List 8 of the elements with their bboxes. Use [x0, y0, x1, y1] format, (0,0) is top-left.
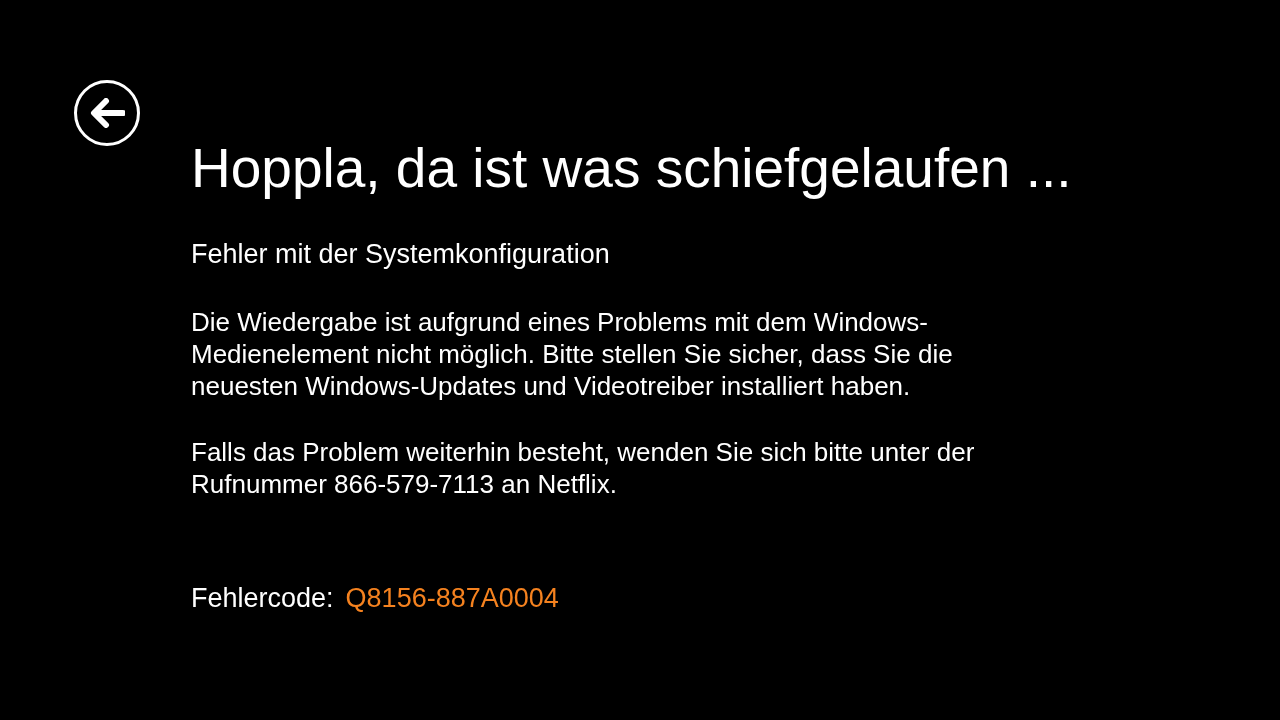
message-paragraph: Falls das Problem weiterhin besteht, wenden Sie sich bitte unter der Rufnummer 866-579-7113 an Netflix. — [191, 436, 976, 500]
error-code-value: Q8156-887A0004 — [345, 582, 559, 615]
error-subtitle: Fehler mit der Systemkonfiguration — [191, 238, 610, 271]
back-button[interactable] — [74, 80, 140, 146]
back-arrow-icon — [89, 98, 125, 128]
message-paragraph: Die Wiedergabe ist aufgrund eines Problems mit dem Windows-Medienelement nicht möglich. Bitte stellen Sie sicher, dass Sie die neuesten Windows-Updates und Videotreiber installiert haben. — [191, 306, 954, 402]
error-code-label: Fehlercode: — [191, 582, 334, 615]
page-title: Hoppla, da ist was schiefgelaufen ... — [191, 136, 1072, 201]
